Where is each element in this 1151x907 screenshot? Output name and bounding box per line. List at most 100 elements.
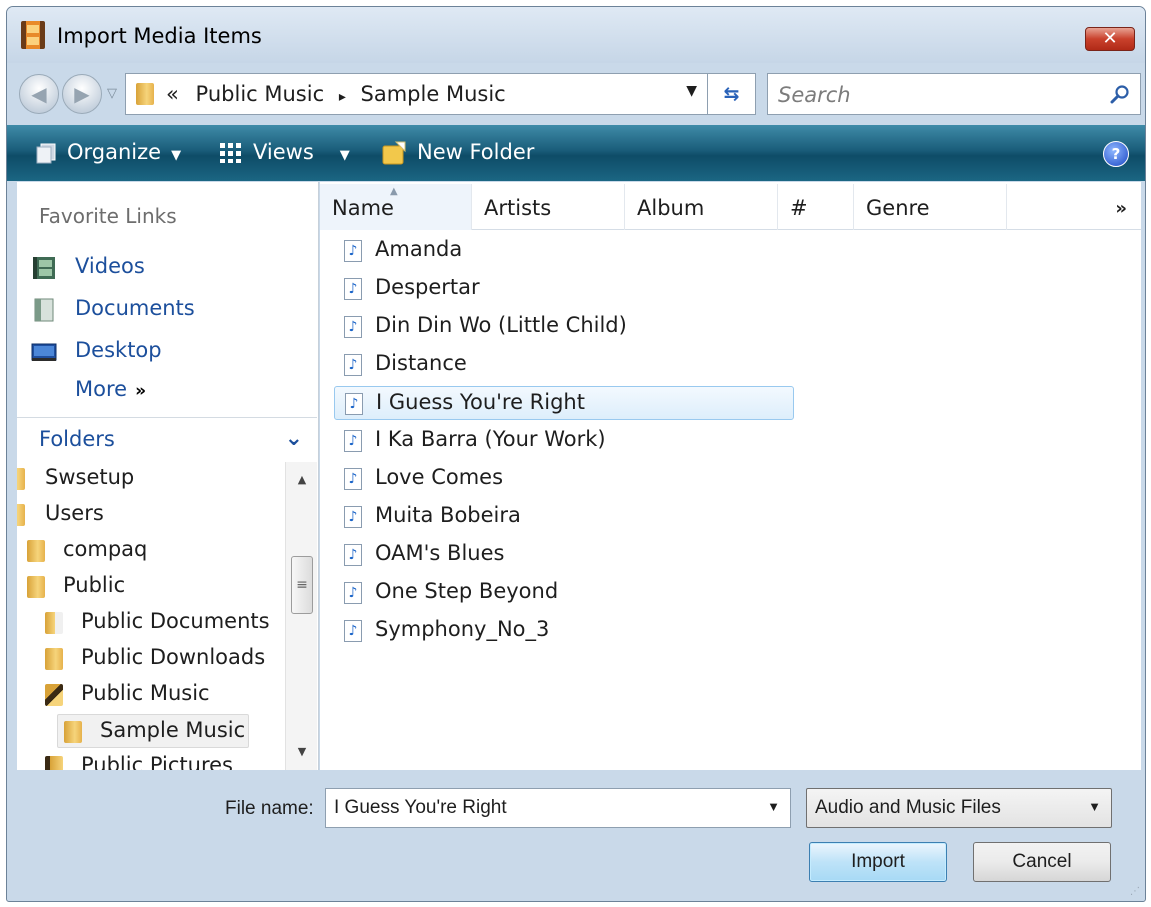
more-columns-icon[interactable]: » xyxy=(1115,198,1127,219)
back-button[interactable]: ◀ xyxy=(19,74,59,114)
scroll-down-icon[interactable]: ▼ xyxy=(286,740,318,764)
file-name: I Ka Barra (Your Work) xyxy=(375,427,606,451)
tree-item-compaq[interactable]: compaq xyxy=(17,534,237,568)
tree-item-public-downloads[interactable]: Public Downloads xyxy=(17,642,283,676)
breadcrumb-overflow[interactable]: « xyxy=(166,82,179,106)
file-name: Muita Bobeira xyxy=(375,503,521,527)
organize-icon xyxy=(36,143,56,164)
chevron-down-icon: ▼ xyxy=(339,148,350,163)
file-row-selected[interactable]: ♪ I Guess You're Right xyxy=(334,386,794,420)
chevron-down-icon[interactable]: ⌄ xyxy=(285,426,303,451)
tree-item-swsetup[interactable]: Swsetup xyxy=(17,462,237,496)
breadcrumb-sample-music[interactable]: Sample Music xyxy=(361,82,506,106)
file-row[interactable]: ♪ Symphony_No_3 xyxy=(334,614,794,648)
tree-item-label: Public Downloads xyxy=(81,645,266,669)
file-name: Love Comes xyxy=(375,465,504,489)
dialog-footer: File name: I Guess You're Right ▼ Audio … xyxy=(7,772,1145,901)
file-name-field[interactable]: I Guess You're Right ▼ xyxy=(325,788,791,828)
search-box[interactable]: Search xyxy=(767,73,1141,115)
search-input[interactable]: Search xyxy=(778,83,851,107)
column-header-row: ▲ Name Artists Album # Genre » xyxy=(320,184,1141,230)
file-row[interactable]: ♪ Muita Bobeira xyxy=(334,500,794,534)
music-folder-icon xyxy=(45,684,63,706)
close-button[interactable]: ✕ xyxy=(1085,27,1135,51)
folder-icon xyxy=(45,648,63,670)
tree-item-label: Swsetup xyxy=(45,465,135,489)
file-row[interactable]: ♪ Din Din Wo (Little Child) xyxy=(334,310,794,344)
folder-icon xyxy=(27,576,45,598)
tree-item-public-music[interactable]: Public Music xyxy=(17,678,283,712)
file-name: Distance xyxy=(375,351,467,375)
tree-item-users[interactable]: Users xyxy=(17,498,237,532)
file-row[interactable]: ♪ Amanda xyxy=(334,234,794,268)
address-dropdown-icon[interactable]: ▼ xyxy=(686,83,697,99)
chevron-down-icon[interactable]: ▼ xyxy=(767,799,780,814)
views-label: Views xyxy=(253,140,314,164)
organize-menu[interactable]: Organize ▼ xyxy=(35,140,181,164)
tree-item-sample-music[interactable]: Sample Music xyxy=(57,714,249,748)
tree-item-label: compaq xyxy=(63,537,148,561)
tree-item-public[interactable]: Public xyxy=(17,570,237,604)
music-file-icon: ♪ xyxy=(344,468,362,490)
file-name: I Guess You're Right xyxy=(376,390,585,414)
address-bar[interactable]: « Public Music ▸ Sample Music ▼ xyxy=(125,73,708,115)
column-header-artists[interactable]: Artists xyxy=(472,184,625,230)
folders-label: Folders xyxy=(39,427,115,451)
file-row[interactable]: ♪ I Ka Barra (Your Work) xyxy=(334,424,794,458)
forward-button[interactable]: ▶ xyxy=(62,74,102,114)
file-row[interactable]: ♪ Love Comes xyxy=(334,462,794,496)
tree-item-label: Public Music xyxy=(81,681,210,705)
more-links-button[interactable]: More » xyxy=(75,377,146,401)
column-header-track-number[interactable]: # xyxy=(778,184,854,230)
sort-ascending-icon: ▲ xyxy=(390,186,398,197)
column-header-album[interactable]: Album xyxy=(625,184,778,230)
favorite-links-header: Favorite Links xyxy=(39,204,177,228)
column-header-genre[interactable]: Genre xyxy=(854,184,1007,230)
scroll-up-icon[interactable]: ▲ xyxy=(286,468,318,492)
views-menu[interactable]: Views ▼ xyxy=(219,140,350,164)
music-file-icon: ♪ xyxy=(344,582,362,604)
scrollbar-thumb[interactable]: ≡ xyxy=(291,556,313,614)
file-type-select[interactable]: Audio and Music Files ▼ xyxy=(806,788,1112,828)
music-file-icon: ♪ xyxy=(344,354,362,376)
views-icon xyxy=(220,143,241,163)
new-folder-label: New Folder xyxy=(417,140,535,164)
import-button[interactable]: Import xyxy=(809,842,947,882)
resize-grip-icon[interactable]: ⋰ xyxy=(1130,886,1140,897)
navigation-bar: ◀ ▶ ▽ « Public Music ▸ Sample Music ▼ ⇆ … xyxy=(7,65,1145,123)
file-row[interactable]: ♪ One Step Beyond xyxy=(334,576,794,610)
breadcrumb-public-music[interactable]: Public Music xyxy=(196,82,325,106)
tree-item-public-pictures[interactable]: Public Pictures xyxy=(17,750,283,770)
chevron-down-icon: ▼ xyxy=(171,148,182,163)
documents-folder-icon xyxy=(45,612,63,634)
folder-tree-scrollbar[interactable]: ▲ ≡ ▼ xyxy=(285,462,317,770)
tree-item-label: Public Pictures xyxy=(81,753,233,770)
music-file-icon: ♪ xyxy=(344,506,362,528)
recent-pages-button[interactable]: ▽ xyxy=(107,86,117,101)
file-name: Symphony_No_3 xyxy=(375,617,550,641)
desktop-icon xyxy=(31,343,57,361)
media-app-icon xyxy=(21,21,45,49)
search-icon[interactable] xyxy=(1110,84,1130,104)
favorite-link-label: Videos xyxy=(75,254,145,278)
file-name: Din Din Wo (Little Child) xyxy=(375,313,627,337)
music-file-icon: ♪ xyxy=(344,620,362,642)
column-label: Name xyxy=(332,196,394,220)
cancel-button[interactable]: Cancel xyxy=(973,842,1111,882)
help-icon[interactable]: ? xyxy=(1103,141,1129,167)
folder-icon xyxy=(136,83,154,105)
breadcrumb-separator-icon[interactable]: ▸ xyxy=(339,89,346,105)
file-row[interactable]: ♪ Despertar xyxy=(334,272,794,306)
refresh-button[interactable]: ⇆ xyxy=(708,73,756,115)
window-title: Import Media Items xyxy=(57,24,262,48)
file-name: One Step Beyond xyxy=(375,579,559,603)
file-row[interactable]: ♪ OAM's Blues xyxy=(334,538,794,572)
folders-header[interactable]: Folders ⌄ xyxy=(17,418,317,462)
file-name: OAM's Blues xyxy=(375,541,505,565)
tree-item-public-documents[interactable]: Public Documents xyxy=(17,606,283,640)
column-header-name[interactable]: ▲ Name xyxy=(320,184,472,230)
documents-icon xyxy=(34,298,54,322)
file-row[interactable]: ♪ Distance xyxy=(334,348,794,382)
new-folder-button[interactable]: New Folder xyxy=(381,140,534,166)
folder-tree: Swsetup Users compaq Public Public Docum… xyxy=(17,462,285,770)
